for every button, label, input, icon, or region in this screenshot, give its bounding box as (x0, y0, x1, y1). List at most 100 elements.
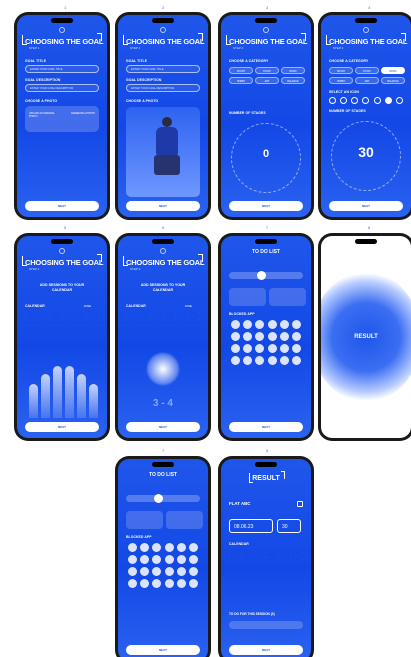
option-icon[interactable] (340, 97, 348, 104)
todo-card[interactable] (166, 511, 203, 529)
next-button[interactable]: NEXT (329, 201, 403, 211)
app-icon[interactable] (279, 344, 289, 353)
category-chip[interactable]: SPORT (329, 67, 353, 74)
app-icon[interactable] (291, 356, 301, 365)
app-icon[interactable] (267, 344, 277, 353)
next-button[interactable]: NEXT (126, 201, 200, 211)
category-chip[interactable]: WORK (281, 67, 305, 74)
app-icon[interactable] (255, 332, 265, 341)
app-icon[interactable] (164, 555, 174, 564)
app-icon[interactable] (140, 579, 150, 588)
next-button[interactable]: NEXT (229, 201, 303, 211)
todo-card[interactable] (229, 288, 266, 306)
option-icon[interactable] (373, 97, 381, 104)
category-chip[interactable]: BALANCE (281, 77, 305, 84)
next-button[interactable]: NEXT (25, 201, 99, 211)
toggle-switch[interactable] (126, 495, 200, 502)
app-icon[interactable] (279, 320, 289, 329)
app-icon[interactable] (152, 555, 162, 564)
app-icon[interactable] (231, 356, 240, 365)
goal-desc-input[interactable]: ENTER YOUR GOAL DESCRIPTION (25, 84, 99, 92)
next-button[interactable]: NEXT (126, 645, 200, 655)
goal-title-input[interactable]: ENTER YOUR GOAL TITLE (126, 65, 200, 73)
toggle-knob[interactable] (154, 494, 163, 503)
category-chip-selected[interactable]: WORK (381, 67, 405, 74)
app-icon[interactable] (267, 332, 277, 341)
app-icon[interactable] (128, 567, 137, 576)
app-icon[interactable] (291, 344, 301, 353)
session-bar[interactable] (41, 374, 50, 418)
photo-card[interactable]: UPLOAD AN ORIGINAL PHOTO GENERATE A PHOT… (25, 106, 99, 132)
app-icon[interactable] (255, 320, 265, 329)
app-icon[interactable] (176, 567, 186, 576)
app-icon[interactable] (152, 567, 162, 576)
app-icon[interactable] (140, 567, 150, 576)
app-icon[interactable] (243, 320, 253, 329)
session-bar[interactable] (77, 374, 86, 418)
app-icon[interactable] (279, 356, 289, 365)
category-chip[interactable]: SPORT (229, 67, 253, 74)
toggle-knob[interactable] (257, 271, 266, 280)
category-chip[interactable]: BALANCE (381, 77, 405, 84)
todo-card[interactable] (269, 288, 306, 306)
category-chip[interactable]: STUDY (255, 67, 279, 74)
category-chip[interactable]: ART (355, 77, 379, 84)
app-icon[interactable] (188, 567, 198, 576)
edit-icon[interactable] (297, 501, 303, 507)
app-icon[interactable] (128, 555, 137, 564)
app-icon[interactable] (128, 543, 137, 552)
app-icon[interactable] (140, 543, 150, 552)
next-button[interactable]: NEXT (126, 422, 200, 432)
next-button[interactable]: NEXT (229, 645, 303, 655)
app-icon[interactable] (176, 543, 186, 552)
app-icon[interactable] (176, 579, 186, 588)
category-chip[interactable]: HOBBY (329, 77, 353, 84)
session-orb[interactable] (146, 352, 180, 386)
upload-photo-option[interactable]: UPLOAD AN ORIGINAL PHOTO (25, 106, 62, 132)
todo-card[interactable] (126, 511, 163, 529)
app-icon[interactable] (267, 356, 277, 365)
category-chip[interactable]: HOBBY (229, 77, 253, 84)
option-icon[interactable] (395, 97, 403, 104)
option-icon[interactable] (362, 97, 370, 104)
session-bar[interactable] (89, 384, 98, 418)
generate-photo-option[interactable]: GENERATE A PHOTO (62, 106, 99, 132)
category-chip[interactable]: STUDY (355, 67, 379, 74)
app-icon[interactable] (164, 543, 174, 552)
app-icon[interactable] (188, 543, 198, 552)
app-icon[interactable] (243, 332, 253, 341)
app-icon[interactable] (140, 555, 150, 564)
app-icon[interactable] (243, 344, 253, 353)
goal-title-input[interactable]: ENTER YOUR GOAL TITLE (25, 65, 99, 73)
number-box[interactable]: 30 (277, 519, 301, 533)
date-box[interactable]: 08.06.23 (229, 519, 273, 533)
app-icon[interactable] (243, 356, 253, 365)
app-icon[interactable] (255, 344, 265, 353)
icon-row[interactable] (329, 97, 403, 104)
app-icon[interactable] (267, 320, 277, 329)
app-icon[interactable] (231, 332, 240, 341)
next-button[interactable]: NEXT (25, 422, 99, 432)
app-icon[interactable] (291, 320, 301, 329)
app-icon[interactable] (164, 579, 174, 588)
app-icon[interactable] (231, 344, 240, 353)
option-icon[interactable] (351, 97, 359, 104)
session-bar[interactable] (65, 366, 74, 418)
app-icon[interactable] (176, 555, 186, 564)
session-bar[interactable] (53, 366, 62, 418)
toggle-switch[interactable] (229, 272, 303, 279)
goal-desc-input[interactable]: ENTER YOUR GOAL DESCRIPTION (126, 84, 200, 92)
todo-session-row[interactable] (229, 621, 303, 629)
app-icon[interactable] (279, 332, 289, 341)
app-icon[interactable] (188, 555, 198, 564)
app-icon[interactable] (152, 543, 162, 552)
app-icon[interactable] (255, 356, 265, 365)
app-icon[interactable] (164, 567, 174, 576)
session-bar[interactable] (29, 384, 38, 418)
next-button[interactable]: NEXT (229, 422, 303, 432)
app-icon[interactable] (152, 579, 162, 588)
app-icon[interactable] (188, 579, 198, 588)
app-icon[interactable] (291, 332, 301, 341)
option-icon[interactable] (329, 97, 336, 104)
category-chip[interactable]: ART (255, 77, 279, 84)
